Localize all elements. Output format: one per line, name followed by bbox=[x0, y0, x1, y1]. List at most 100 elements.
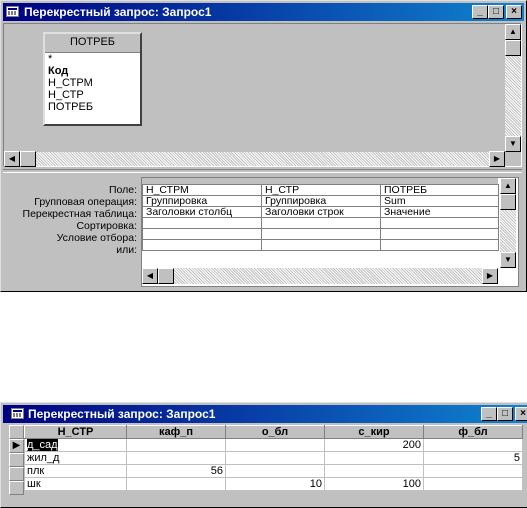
row-selector[interactable] bbox=[9, 481, 24, 495]
table-cell[interactable]: д_сад bbox=[24, 438, 127, 452]
grid-cell[interactable]: ПОТРЕБ bbox=[380, 184, 499, 196]
query-design-titlebar[interactable]: Перекрестный запрос: Запрос1 _ □ × bbox=[3, 3, 524, 21]
column-header[interactable]: Н_СТР bbox=[24, 425, 127, 439]
column-header[interactable]: о_бл bbox=[225, 425, 325, 439]
close-button[interactable]: × bbox=[506, 5, 522, 19]
grid-cell[interactable] bbox=[380, 228, 499, 240]
table-row: д_сад 200 bbox=[24, 438, 523, 452]
table-cell[interactable] bbox=[126, 438, 226, 452]
selected-cell-text[interactable]: д_сад bbox=[27, 439, 58, 451]
grid-cell[interactable] bbox=[261, 239, 381, 251]
table-row: плк 56 bbox=[24, 464, 523, 478]
table-field-list[interactable]: ПОТРЕБ * Код Н_СТРМ Н_СТР ПОТРЕБ bbox=[43, 32, 142, 126]
datasheet-table: Н_СТР каф_п о_бл с_кир ф_бл д_сад 200 жи… bbox=[24, 425, 523, 491]
current-row-icon: ▶ bbox=[12, 440, 21, 451]
table-pane-hscroll[interactable] bbox=[4, 152, 505, 166]
table-cell[interactable] bbox=[423, 464, 523, 478]
row-label-field: Поле: bbox=[108, 184, 137, 196]
grid-cell[interactable]: Группировка bbox=[142, 195, 262, 207]
row-label-sort: Сортировка: bbox=[76, 220, 137, 232]
grid-cell[interactable] bbox=[261, 217, 381, 229]
column-header[interactable]: с_кир bbox=[324, 425, 424, 439]
field-item[interactable]: Н_СТРМ bbox=[45, 77, 140, 89]
grid-row-crosstab: Заголовки столбц Заголовки строк Значени… bbox=[142, 206, 499, 218]
grid-cell[interactable] bbox=[142, 217, 262, 229]
grid-hscroll-thumb[interactable] bbox=[158, 268, 174, 284]
minimize-button[interactable]: _ bbox=[472, 5, 488, 19]
grid-cell[interactable]: Sum bbox=[380, 195, 499, 207]
grid-hscroll[interactable] bbox=[142, 268, 498, 284]
grid-cell[interactable]: Значение bbox=[380, 206, 499, 218]
grid-cell[interactable]: Н_СТРМ bbox=[142, 184, 262, 196]
table-cell[interactable]: 10 bbox=[225, 477, 325, 491]
row-label-crosstab: Перекрестная таблица: bbox=[22, 208, 137, 220]
table-cell[interactable]: 56 bbox=[126, 464, 226, 478]
column-header[interactable]: каф_п bbox=[126, 425, 226, 439]
field-item[interactable]: * bbox=[45, 53, 140, 65]
maximize-button[interactable]: □ bbox=[497, 407, 513, 421]
table-cell[interactable]: 100 bbox=[324, 477, 424, 491]
pane-divider[interactable] bbox=[3, 169, 522, 173]
field-item[interactable]: ПОТРЕБ bbox=[45, 101, 140, 113]
table-cell[interactable]: 200 bbox=[324, 438, 424, 452]
scroll-up-button[interactable]: ▲ bbox=[505, 24, 521, 40]
datasheet-titlebar[interactable]: Перекрестный запрос: Запрос1 _ □ × bbox=[3, 405, 527, 423]
grid-cell[interactable] bbox=[380, 239, 499, 251]
grid-scroll-up-button[interactable]: ▲ bbox=[500, 178, 516, 194]
row-label-group: Групповая операция: bbox=[34, 196, 137, 208]
grid-scroll-right-button[interactable]: ▶ bbox=[482, 268, 498, 284]
table-cell[interactable]: жил_д bbox=[24, 451, 127, 465]
grid-cell[interactable]: Заголовки строк bbox=[261, 206, 381, 218]
table-cell[interactable]: плк bbox=[24, 464, 127, 478]
table-cell[interactable] bbox=[423, 477, 523, 491]
table-cell[interactable] bbox=[225, 451, 325, 465]
row-label-or: или: bbox=[116, 244, 137, 256]
row-selector[interactable]: ▶ bbox=[9, 439, 24, 453]
table-field-list-title[interactable]: ПОТРЕБ bbox=[45, 34, 140, 53]
grid-cell[interactable] bbox=[380, 217, 499, 229]
table-cell[interactable] bbox=[225, 438, 325, 452]
table-cell[interactable]: шк bbox=[24, 477, 127, 491]
field-item[interactable]: Код bbox=[45, 65, 140, 77]
grid-cell[interactable] bbox=[142, 239, 262, 251]
vscroll-thumb[interactable] bbox=[505, 40, 521, 56]
grid-row-labels: Поле: Групповая операция: Перекрестная т… bbox=[3, 184, 137, 264]
grid-scroll-left-button[interactable]: ◀ bbox=[142, 268, 158, 284]
design-grid-table: Н_СТРМ Н_СТР ПОТРЕБ Группировка Группиро… bbox=[142, 184, 499, 251]
scroll-right-button[interactable]: ▶ bbox=[489, 151, 505, 167]
maximize-button[interactable]: □ bbox=[488, 5, 504, 19]
table-cell[interactable]: 5 bbox=[423, 451, 523, 465]
datasheet-corner[interactable] bbox=[9, 425, 24, 439]
grid-cell[interactable] bbox=[261, 228, 381, 240]
field-item[interactable]: Н_СТР bbox=[45, 89, 140, 101]
grid-row-group: Группировка Группировка Sum bbox=[142, 195, 499, 207]
column-header[interactable]: ф_бл bbox=[423, 425, 523, 439]
row-label-criteria: Условие отбора: bbox=[56, 232, 137, 244]
table-cell[interactable] bbox=[324, 451, 424, 465]
grid-vscroll-thumb[interactable] bbox=[500, 194, 516, 210]
table-cell[interactable] bbox=[126, 451, 226, 465]
query-design-window: Перекрестный запрос: Запрос1 _ □ × ▲ ▼ ◀… bbox=[0, 0, 527, 292]
row-selector[interactable] bbox=[9, 453, 24, 467]
grid-scroll-down-button[interactable]: ▼ bbox=[500, 252, 516, 268]
table-cell[interactable] bbox=[324, 464, 424, 478]
table-cell[interactable] bbox=[126, 477, 226, 491]
scroll-left-button[interactable]: ◀ bbox=[4, 151, 20, 167]
hscroll-thumb[interactable] bbox=[20, 151, 36, 167]
scroll-down-button[interactable]: ▼ bbox=[505, 136, 521, 152]
grid-cell[interactable]: Н_СТР bbox=[261, 184, 381, 196]
grid-row-sort bbox=[142, 217, 499, 229]
table-cell[interactable] bbox=[423, 438, 523, 452]
datasheet-window-icon bbox=[11, 408, 24, 419]
design-grid: Н_СТРМ Н_СТР ПОТРЕБ Группировка Группиро… bbox=[141, 177, 519, 287]
table-cell[interactable] bbox=[225, 464, 325, 478]
grid-row-or bbox=[142, 239, 499, 251]
table-row: жил_д 5 bbox=[24, 451, 523, 465]
grid-cell[interactable] bbox=[142, 228, 262, 240]
grid-cell[interactable]: Заголовки столбц bbox=[142, 206, 262, 218]
grid-row-criteria bbox=[142, 228, 499, 240]
minimize-button[interactable]: _ bbox=[481, 407, 497, 421]
grid-cell[interactable]: Группировка bbox=[261, 195, 381, 207]
row-selector[interactable] bbox=[9, 467, 24, 481]
close-button[interactable]: × bbox=[515, 407, 527, 421]
